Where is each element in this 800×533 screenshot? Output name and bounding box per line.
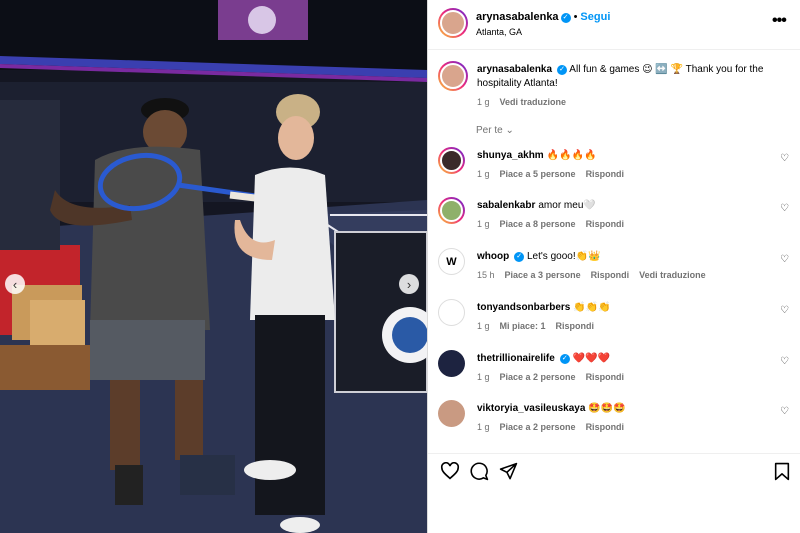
comment-meta: 1 g Piace a 5 persone Rispondi [477,169,634,179]
previous-photo-button[interactable]: ‹ [5,274,25,294]
save-bookmark-icon[interactable] [774,462,790,481]
comment-text: amor meu🤍 [538,200,596,211]
comment-text-block: viktoryia_vasileuskaya 🤩🤩🤩 [477,402,767,416]
comment-likes[interactable]: Piace a 2 persone [500,372,576,382]
comment-text-block: sabalenkabr amor meu🤍 [477,199,767,213]
caption-username[interactable]: arynasabalenka [477,64,552,75]
comment-text-block: tonyandsonbarbers 👏👏👏 [477,301,767,315]
caption-meta: 1 g Vedi traduzione [477,97,576,107]
comment-avatar[interactable] [438,350,465,377]
comments-section[interactable]: arynasabalenka ✓ All fun & games 😉 ↔️ 🏆 T… [428,50,800,453]
comment-text: 👏👏👏 [573,302,611,313]
comment-text-block: whoop ✓ Let's gooo!👏👑 [477,250,767,264]
author-username[interactable]: arynasabalenka [476,11,559,23]
author-line: arynasabalenka ✓ • Segui [476,11,610,23]
reply-button[interactable]: Rispondi [586,422,625,432]
whoop-logo-avatar[interactable]: W [438,248,465,275]
comment-bubble-icon[interactable] [470,462,489,481]
comment-text: 🔥🔥🔥🔥 [546,150,597,161]
post-header: arynasabalenka ✓ • Segui Atlanta, GA ••• [428,0,800,50]
reply-button[interactable]: Rispondi [586,169,625,179]
chevron-right-icon: › [406,276,412,292]
comment-text-block: shunya_akhm 🔥🔥🔥🔥 [477,149,767,163]
comment-time[interactable]: 1 g [477,372,490,382]
comment-meta: 15 h Piace a 3 persone Rispondi Vedi traduz… [477,270,716,280]
comment-likes[interactable]: Piace a 5 persone [500,169,576,179]
like-comment-heart-icon[interactable]: ♡ [780,406,789,417]
more-horizontal-icon[interactable]: ••• [772,12,787,30]
like-comment-heart-icon[interactable]: ♡ [780,153,789,164]
comment-avatar[interactable] [438,299,465,326]
chevron-left-icon: ‹ [12,276,18,292]
comment-username[interactable]: whoop [477,251,509,262]
caption-avatar[interactable] [438,61,468,91]
post-side-panel: arynasabalenka ✓ • Segui Atlanta, GA ••• ar… [427,0,800,533]
comment-time[interactable]: 1 g [477,422,490,432]
comment-meta: 1 g Piace a 2 persone Rispondi [477,372,634,382]
like-comment-heart-icon[interactable]: ♡ [780,203,789,214]
comment-likes[interactable]: Mi piace: 1 [500,321,546,331]
comment-text: 🤩🤩🤩 [588,403,626,414]
author-avatar[interactable] [438,8,468,38]
reply-button[interactable]: Rispondi [586,219,625,229]
post-photo[interactable]: ‹ › [0,0,427,533]
next-photo-button[interactable]: › [399,274,419,294]
reply-button[interactable]: Rispondi [591,270,630,280]
verified-icon: ✓ [514,252,525,262]
reply-button[interactable]: Rispondi [586,372,625,382]
post-location[interactable]: Atlanta, GA [476,27,522,37]
like-comment-heart-icon[interactable]: ♡ [780,356,789,367]
comment-avatar[interactable] [438,400,465,427]
comment-time[interactable]: 15 h [477,270,495,280]
verified-icon: ✓ [559,354,570,364]
follow-button[interactable]: Segui [580,11,610,23]
comment-text: Let's gooo!👏👑 [527,251,601,262]
reply-button[interactable]: Rispondi [556,321,595,331]
like-heart-icon[interactable] [440,462,460,480]
photo-illustration [0,0,427,533]
verified-icon: ✓ [560,13,571,23]
comment-likes[interactable]: Piace a 3 persone [505,270,581,280]
post-actions [428,453,800,533]
comment-username[interactable]: shunya_akhm [477,150,544,161]
comment-avatar[interactable] [438,197,465,224]
comment-time[interactable]: 1 g [477,321,490,331]
comment-time[interactable]: 1 g [477,219,490,229]
comment-likes[interactable]: Piace a 2 persone [500,422,576,432]
comment-username[interactable]: tonyandsonbarbers [477,302,570,313]
share-send-icon[interactable] [499,462,518,481]
comment-username[interactable]: sabalenkabr [477,200,535,211]
like-comment-heart-icon[interactable]: ♡ [780,254,789,265]
like-comment-heart-icon[interactable]: ♡ [780,305,789,316]
comment-text-block: thetrillionairelife ✓ ❤️❤️❤️ [477,352,767,366]
caption-time[interactable]: 1 g [477,97,490,107]
sort-label: Per te [476,125,503,136]
caption-translate-link[interactable]: Vedi traduzione [500,97,567,107]
comment-likes[interactable]: Piace a 8 persone [500,219,576,229]
comment-meta: 1 g Mi piace: 1 Rispondi [477,321,604,331]
translate-link[interactable]: Vedi traduzione [639,270,706,280]
comment-sort-dropdown[interactable]: Per te ⌄ [476,125,514,136]
comment-username[interactable]: thetrillionairelife [477,353,555,364]
caption-text-block: arynasabalenka ✓ All fun & games 😉 ↔️ 🏆 T… [477,63,777,91]
comment-avatar[interactable] [438,147,465,174]
separator-dot: • [573,11,578,23]
comment-meta: 1 g Piace a 8 persone Rispondi [477,219,634,229]
comment-text: ❤️❤️❤️ [572,353,610,364]
chevron-down-icon: ⌄ [505,125,514,136]
comment-meta: 1 g Piace a 2 persone Rispondi [477,422,634,432]
comment-username[interactable]: viktoryia_vasileuskaya [477,403,585,414]
verified-icon: ✓ [557,65,568,75]
comment-time[interactable]: 1 g [477,169,490,179]
